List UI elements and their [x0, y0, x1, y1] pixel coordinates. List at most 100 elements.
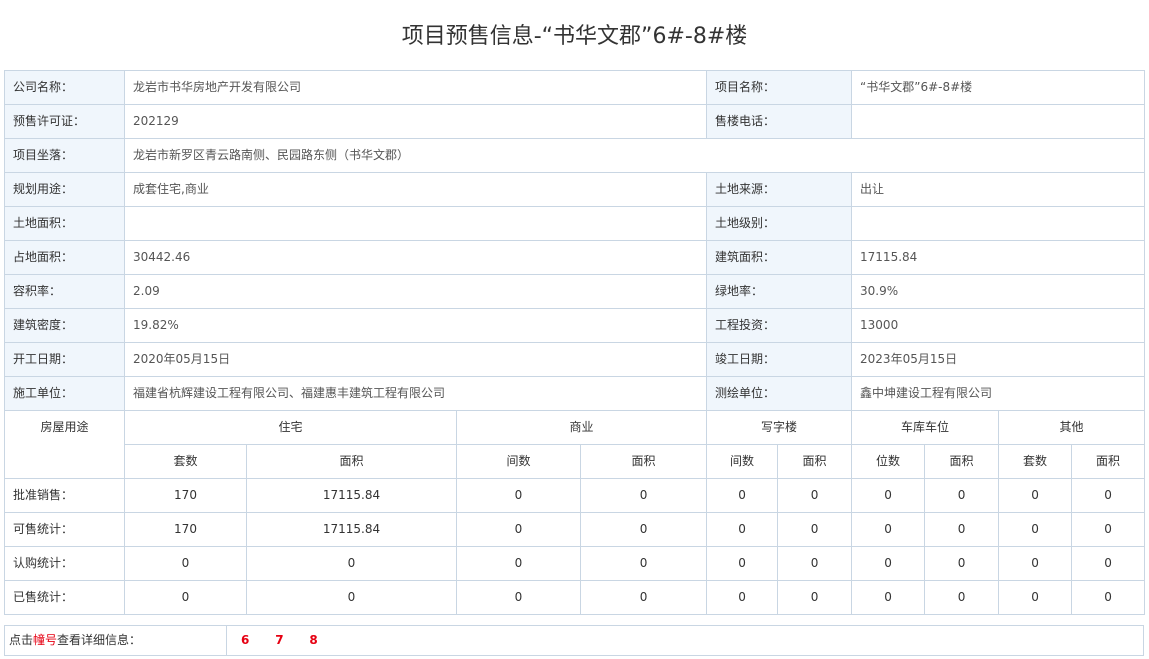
info-label: 预售许可证：: [4, 104, 125, 139]
building-area-value: 17115.84: [851, 240, 1146, 275]
stats-group-header-row: 房屋用途 住宅 商业 写字楼 车库车位 其他: [4, 410, 1146, 479]
info-row-location: 项目坐落： 龙岩市新罗区青云路南侧、民园路东侧（书华文郡）: [4, 138, 1146, 173]
stats-cell: 0: [706, 478, 779, 513]
stats-cell: 0: [924, 512, 1000, 547]
page-title: 项目预售信息-“书华文郡”6#-8#楼: [401, 24, 748, 49]
stats-row-label: 可售统计：: [4, 512, 125, 547]
group-header-parking: 车库车位: [851, 410, 1000, 445]
info-row-ratio: 容积率： 2.09 绿地率： 30.9%: [4, 274, 1146, 309]
stats-cell: 0: [777, 478, 853, 513]
stats-cell: 0: [456, 478, 581, 513]
stats-row-sold: 已售统计： 0 0 0 0 0 0 0 0 0 0: [4, 580, 1146, 615]
info-row-company: 公司名称： 龙岩市书华房地产开发有限公司 项目名称： “书华文郡”6#-8#楼: [4, 70, 1146, 105]
stats-cell: 0: [579, 512, 708, 547]
stats-cell: 0: [998, 580, 1073, 615]
stats-cell: 170: [124, 478, 247, 513]
info-row-dates: 开工日期： 2020年05月15日 竣工日期： 2023年05月15日: [4, 342, 1146, 377]
subheader: 面积: [579, 444, 708, 479]
stats-cell: 0: [851, 478, 926, 513]
info-label: 土地面积：: [4, 206, 125, 241]
footer-highlight: 幢号: [33, 633, 58, 647]
site-area-value: 30442.46: [123, 240, 708, 275]
stats-cell: 0: [924, 546, 1000, 581]
subheader: 间数: [456, 444, 581, 479]
stats-cell: 0: [706, 512, 779, 547]
stats-cell: 0: [1071, 546, 1146, 581]
stats-cell: 0: [777, 546, 853, 581]
info-row-density: 建筑密度： 19.82% 工程投资： 13000: [4, 308, 1146, 343]
stats-cell: 0: [998, 512, 1073, 547]
stats-cell: 0: [998, 478, 1073, 513]
sales-phone-value: [851, 104, 1146, 139]
info-label: 公司名称：: [4, 70, 125, 105]
building-links-label: 点击幢号查看详细信息：: [5, 626, 227, 655]
stats-cell: 0: [1071, 580, 1146, 615]
company-name-value: 龙岩市书华房地产开发有限公司: [123, 70, 708, 105]
land-area-value: [123, 206, 708, 241]
subheader: 套数: [124, 444, 247, 479]
info-label: 土地来源：: [706, 172, 853, 207]
stats-cell: 0: [246, 546, 457, 581]
stats-cell: 0: [579, 546, 708, 581]
project-name-value: “书华文郡”6#-8#楼: [851, 70, 1146, 105]
footer-prefix: 点击: [9, 633, 34, 647]
location-value: 龙岩市新罗区青云路南侧、民园路东侧（书华文郡）: [123, 138, 1146, 173]
subheader: 面积: [1071, 444, 1146, 479]
info-label: 竣工日期：: [706, 342, 853, 377]
stats-cell: 0: [579, 580, 708, 615]
stats-cell: 0: [456, 512, 581, 547]
info-label: 绿地率：: [706, 274, 853, 309]
presale-permit-value: 202129: [123, 104, 708, 139]
info-label: 建筑面积：: [706, 240, 853, 275]
info-row-contractor: 施工单位： 福建省杭辉建设工程有限公司、福建惠丰建筑工程有限公司 测绘单位： 鑫…: [4, 376, 1146, 411]
info-label: 容积率：: [4, 274, 125, 309]
land-grade-value: [851, 206, 1146, 241]
info-label: 售楼电话：: [706, 104, 853, 139]
building-link-7[interactable]: 7: [275, 626, 283, 655]
stats-cell: 0: [924, 478, 1000, 513]
group-header-other: 其他: [998, 410, 1146, 445]
contractor-value: 福建省杭辉建设工程有限公司、福建惠丰建筑工程有限公司: [123, 376, 708, 411]
start-date-value: 2020年05月15日: [123, 342, 708, 377]
footer-suffix: 查看详细信息：: [57, 633, 142, 647]
planned-use-value: 成套住宅,商业: [123, 172, 708, 207]
info-label: 占地面积：: [4, 240, 125, 275]
presale-info-table: 公司名称： 龙岩市书华房地产开发有限公司 项目名称： “书华文郡”6#-8#楼 …: [4, 70, 1146, 615]
green-ratio-value: 30.9%: [851, 274, 1146, 309]
stats-cell: 0: [706, 580, 779, 615]
stats-cell: 0: [1071, 478, 1146, 513]
group-header-commercial: 商业: [455, 410, 708, 445]
stats-cell: 17115.84: [246, 512, 457, 547]
subheader: 套数: [998, 444, 1073, 479]
stats-cell: 0: [851, 546, 926, 581]
stats-cell: 0: [124, 546, 247, 581]
stats-cell: 0: [124, 580, 247, 615]
surveyor-value: 鑫中坤建设工程有限公司: [851, 376, 1146, 411]
building-link-6[interactable]: 6: [241, 626, 249, 655]
subheader: 面积: [924, 444, 1000, 479]
info-label: 项目名称：: [706, 70, 853, 105]
usage-header: 房屋用途: [4, 410, 125, 479]
stats-cell: 0: [851, 580, 926, 615]
stats-cell: 0: [1071, 512, 1146, 547]
stats-cell: 0: [777, 512, 853, 547]
building-links: 6 7 8: [241, 626, 340, 655]
stats-row-approved: 批准销售： 170 17115.84 0 0 0 0 0 0 0 0: [4, 478, 1146, 513]
group-header-office: 写字楼: [706, 410, 853, 445]
building-link-8[interactable]: 8: [309, 626, 317, 655]
info-label: 开工日期：: [4, 342, 125, 377]
stats-row-subscribed: 认购统计： 0 0 0 0 0 0 0 0 0 0: [4, 546, 1146, 581]
subheader: 面积: [777, 444, 853, 479]
subheader: 间数: [706, 444, 779, 479]
info-label: 项目坐落：: [4, 138, 125, 173]
completion-date-value: 2023年05月15日: [851, 342, 1146, 377]
info-label: 测绘单位：: [706, 376, 853, 411]
subheader: 位数: [851, 444, 926, 479]
stats-cell: 0: [246, 580, 457, 615]
info-row-land: 土地面积： 土地级别：: [4, 206, 1146, 241]
info-label: 规划用途：: [4, 172, 125, 207]
info-row-usage: 规划用途： 成套住宅,商业 土地来源： 出让: [4, 172, 1146, 207]
info-row-area: 占地面积： 30442.46 建筑面积： 17115.84: [4, 240, 1146, 275]
stats-cell: 0: [777, 580, 853, 615]
stats-subheader-row: 套数 面积 间数 面积 间数 面积 位数 面积 套数 面积: [5, 444, 1146, 479]
